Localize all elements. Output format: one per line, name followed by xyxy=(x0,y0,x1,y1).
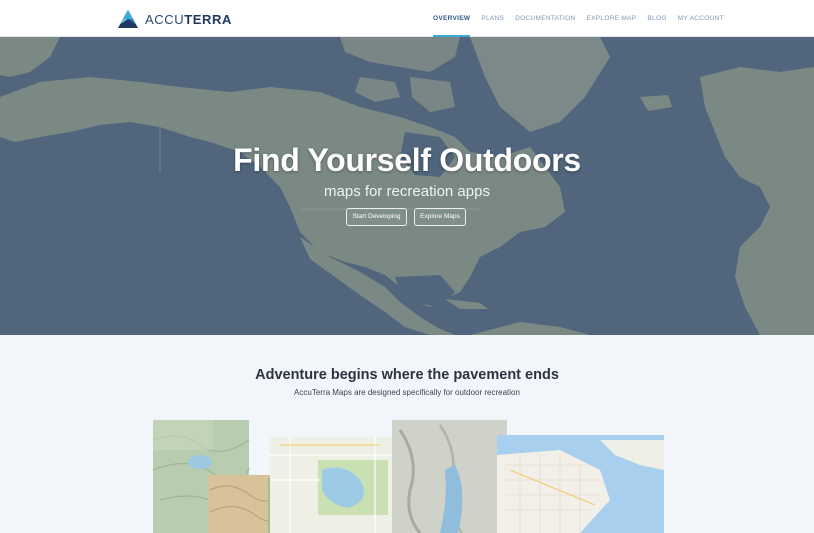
map-tile-streets xyxy=(270,437,392,533)
map-samples-collage xyxy=(152,420,664,533)
map-tile-terrain xyxy=(392,420,507,533)
map-tile-relief xyxy=(208,475,279,533)
map-tile-city xyxy=(497,435,664,533)
